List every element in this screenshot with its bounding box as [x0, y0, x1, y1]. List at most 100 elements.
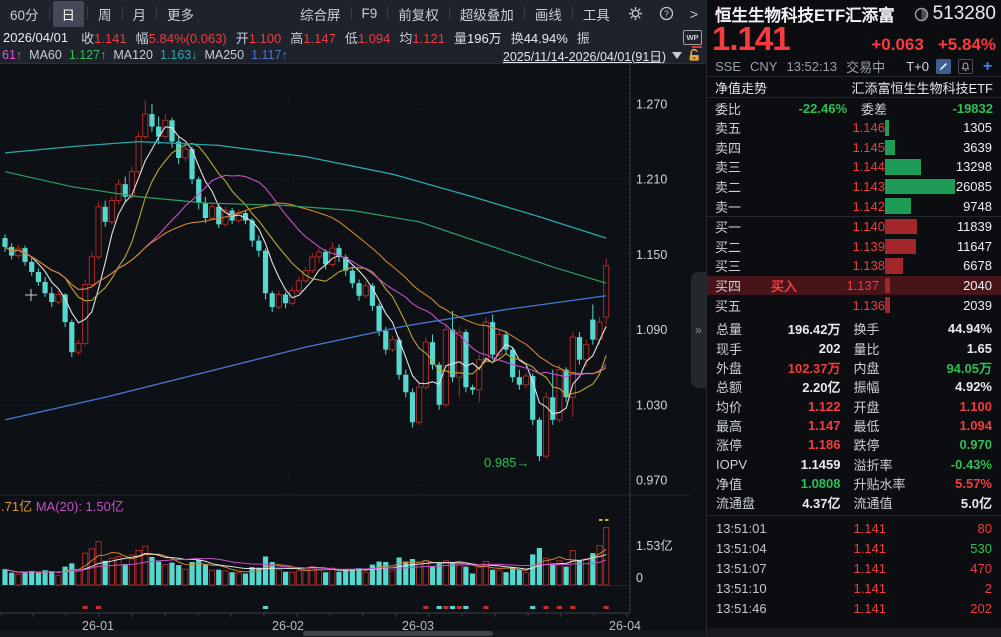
book-price: 1.145	[852, 139, 885, 155]
panel-expand-handle[interactable]: »	[691, 272, 706, 388]
chevron-down-icon[interactable]	[672, 51, 682, 59]
stat-label: 量比	[853, 341, 880, 357]
stat-value: 5.57%	[955, 475, 992, 491]
quote-date: 2026/04/01	[3, 29, 69, 45]
stat-label: 均价	[716, 399, 743, 415]
book-volume: 2039	[963, 297, 992, 313]
period-tab-3[interactable]: 周	[88, 2, 122, 26]
quote-field-value: 196万	[466, 30, 502, 46]
stat-label: 净值	[716, 476, 743, 492]
stat-label: 现手	[716, 341, 743, 357]
tool-2[interactable]: F9	[352, 4, 388, 23]
trade-row: 13:51:01 1.141 80	[707, 519, 1001, 539]
book-volume-bar	[885, 120, 889, 136]
stat-label: IOPV	[716, 456, 748, 472]
tool-4[interactable]: 超级叠加	[450, 2, 524, 26]
quote-field-label: 高	[290, 30, 304, 46]
ma-legend-item: 1.117↑	[251, 48, 288, 62]
quote-field-低: 低1.094	[345, 28, 391, 47]
book-volume-bar	[885, 258, 903, 274]
ask-row-4[interactable]: 卖二 1.143 26085	[707, 177, 1001, 197]
trade-mode: T+0	[906, 59, 929, 74]
stat-value: 1.122	[807, 398, 841, 414]
tab-nav-trend[interactable]: 净值走势	[715, 78, 767, 97]
quote-field-label: 收	[81, 30, 95, 46]
ask-row-3[interactable]: 卖三 1.144 13298	[707, 157, 1001, 177]
alert-bell-icon[interactable]	[958, 59, 973, 74]
stat-row: 现手 202 量比 1.65	[707, 338, 1001, 357]
book-volume: 9748	[963, 198, 992, 214]
stat-label: 最低	[853, 418, 880, 434]
ma-legend-item: 1.127↑	[68, 48, 107, 62]
period-tab-1[interactable]: 60分	[0, 2, 49, 26]
weibi-value: -22.46%	[798, 101, 847, 116]
trade-volume: 202	[970, 601, 992, 616]
stat-value: 2.20亿	[802, 380, 841, 396]
exchange-label: SSE	[715, 59, 742, 74]
stats-grid: 总量 196.42万 换手 44.94% 现手 202 量比 1.65 外盘 102.37万 内盘 9…	[707, 319, 1001, 512]
gear-icon[interactable]	[620, 6, 651, 21]
stat-value: 44.94%	[947, 321, 992, 337]
quote-field-label: 幅	[135, 30, 149, 46]
tool-1[interactable]: 综合屏	[290, 2, 351, 26]
bid-row-2[interactable]: 买二 1.139 11647	[707, 237, 1001, 257]
period-tab-4[interactable]: 月	[123, 2, 157, 26]
trade-row: 13:51:04 1.141 530	[707, 539, 1001, 559]
book-level-label: 买五	[715, 298, 742, 314]
book-level-label: 卖五	[715, 121, 742, 137]
stat-label: 最高	[716, 418, 743, 434]
stat-label: 溢折率	[853, 457, 893, 473]
book-level-label: 买三	[715, 259, 742, 275]
bid-row-3[interactable]: 买三 1.138 6678	[707, 256, 1001, 276]
period-tab-5[interactable]: 更多	[157, 2, 204, 26]
stat-value: 94.05万	[946, 360, 992, 376]
stat-row: IOPV 1.1459 溢折率 -0.43%	[707, 454, 1001, 473]
weicha-value: -19832	[952, 101, 993, 116]
tool-6[interactable]: 工具	[573, 2, 620, 26]
date-range-selector[interactable]: 2025/11/14-2026/04/01(91日)	[503, 46, 666, 65]
bid-row-4[interactable]: 买四 买入 1.137 2040	[707, 275, 1001, 296]
stat-label: 内盘	[853, 360, 880, 376]
book-level-label: 买四	[715, 279, 742, 295]
bid-row-5[interactable]: 买五 1.136 2039	[707, 295, 1001, 315]
stat-row: 总额 2.20亿 振幅 4.92%	[707, 377, 1001, 396]
add-to-watchlist-icon[interactable]: +	[980, 58, 995, 75]
stat-value: 1.0808	[800, 475, 841, 491]
edit-pencil-icon[interactable]	[936, 59, 951, 74]
tool-5[interactable]: 画线	[525, 2, 572, 26]
candlestick-chart[interactable]: 1.2701.2101.1501.0901.0300.9701.53亿026-0…	[0, 64, 690, 637]
scrollbar-thumb[interactable]	[303, 631, 493, 636]
stat-value: 1.186	[807, 437, 841, 453]
book-price: 1.143	[852, 179, 885, 195]
ma-legend-item: 1.163↓	[159, 48, 198, 62]
tool-3[interactable]: 前复权	[388, 2, 449, 26]
trade-time: 13:51:46	[716, 601, 767, 616]
market-circle-icon	[914, 7, 928, 21]
bid-row-1[interactable]: 买一 1.140 11839	[707, 217, 1001, 237]
stat-label: 外盘	[716, 360, 743, 376]
stat-value: 0.970	[959, 437, 992, 453]
book-volume-bar	[885, 238, 917, 255]
help-icon[interactable]: ?	[651, 6, 682, 21]
trade-time: 13:51:04	[716, 541, 767, 557]
period-tab-2[interactable]: 日	[52, 0, 85, 27]
quote-field-label: 换	[510, 30, 524, 46]
stat-row: 外盘 102.37万 内盘 94.05万	[707, 358, 1001, 377]
quote-field-label: 均	[399, 30, 413, 46]
book-price: 1.137	[846, 278, 880, 294]
order-book: 卖五 1.146 1305 卖四 1.145 3639 卖三 1.144 13298 卖二 1.14…	[707, 118, 1001, 315]
weibi-label: 委比	[715, 102, 742, 117]
book-volume: 6678	[963, 258, 992, 274]
unlock-icon[interactable]	[688, 48, 701, 62]
trading-status: 交易中	[846, 60, 886, 75]
ask-row-1[interactable]: 卖五 1.146 1305	[707, 118, 1001, 138]
stat-label: 开盘	[853, 399, 880, 415]
price-change-pct: +5.84%	[937, 35, 996, 54]
quote-field-幅: 幅5.84%(0.063)	[136, 28, 227, 47]
ask-row-2[interactable]: 卖四 1.145 3639	[707, 138, 1001, 158]
book-price: 1.138	[852, 258, 885, 274]
ask-row-5[interactable]: 卖一 1.142 9748	[707, 196, 1001, 216]
wp-monitor-icon[interactable]: WP	[683, 29, 702, 48]
chevron-right-icon[interactable]: >	[682, 6, 706, 22]
volume-tick: 0	[636, 571, 643, 585]
